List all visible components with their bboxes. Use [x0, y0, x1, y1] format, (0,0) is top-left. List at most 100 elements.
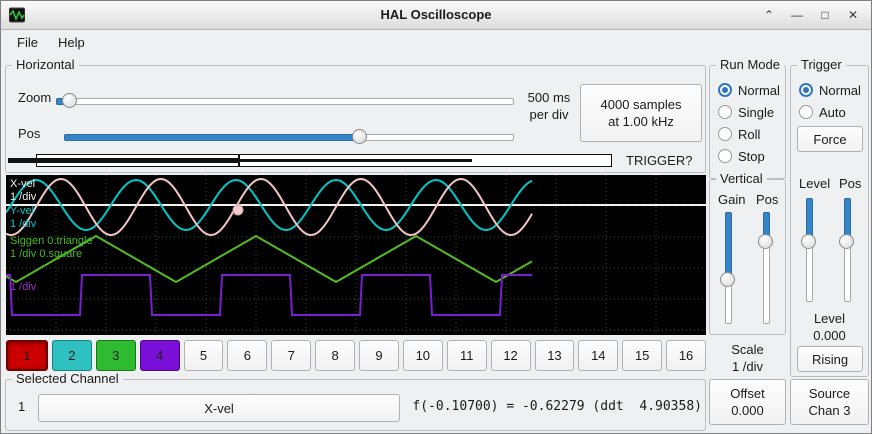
horizontal-group-title: Horizontal	[12, 57, 79, 72]
zoom-slider-track[interactable]	[56, 98, 514, 105]
radio-label: Roll	[738, 127, 760, 142]
zoom-slider[interactable]	[56, 93, 514, 109]
titlebar[interactable]: HAL Oscilloscope ⌃ — □ ✕	[1, 1, 871, 30]
maximize-icon[interactable]: □	[817, 8, 833, 22]
menu-file[interactable]: File	[7, 32, 48, 53]
offset-box[interactable]: Offset 0.000	[709, 379, 786, 425]
trigger-level-value: 0.000	[791, 327, 868, 344]
vertical-group-title: Vertical	[716, 171, 767, 186]
pos-slider[interactable]	[64, 129, 514, 145]
radio-icon	[718, 149, 732, 163]
scope-channel-label: Siggen 0.triangle	[10, 235, 93, 247]
radio-label: Single	[738, 105, 774, 120]
rate-line2: per div	[522, 107, 576, 122]
samples-button[interactable]: 4000 samples at 1.00 kHz	[580, 84, 702, 142]
radio-icon	[799, 105, 813, 119]
trigger-position-marker	[238, 154, 240, 167]
scope-channel-label: 1 /div	[10, 218, 36, 230]
channel-button-10[interactable]: 10	[403, 340, 443, 371]
menu-help[interactable]: Help	[48, 32, 95, 53]
trigger-level-handle[interactable]	[801, 234, 816, 249]
channel-name-button[interactable]: X-vel	[38, 394, 400, 422]
runmode-radio-roll[interactable]: Roll	[718, 126, 760, 142]
gain-slider-handle[interactable]	[720, 272, 735, 287]
rate-line1: 500 ms	[522, 90, 576, 105]
gain-label: Gain	[718, 192, 745, 207]
vertical-pos-label: Pos	[756, 192, 778, 207]
trigger-pos-slider[interactable]	[839, 198, 855, 302]
trigger-group-title: Trigger	[797, 57, 846, 72]
pos-slider-fill	[64, 134, 362, 141]
offset-value: 0.000	[731, 402, 764, 419]
minimize-icon[interactable]: —	[789, 8, 805, 22]
radio-icon	[799, 83, 813, 97]
trigger-radio-normal[interactable]: Normal	[799, 82, 861, 98]
trigger-level-slider[interactable]	[801, 198, 817, 302]
zoom-slider-handle[interactable]	[62, 93, 77, 108]
samples-line1: 4000 samples	[601, 96, 682, 113]
recorded-data-bar	[8, 158, 238, 163]
vertical-gain-slider[interactable]	[720, 212, 736, 324]
radio-icon	[718, 127, 732, 141]
force-button[interactable]: Force	[797, 126, 863, 152]
record-overview-bar[interactable]	[8, 154, 612, 167]
channel-row: 12345678910111213141516	[6, 340, 706, 371]
channel-button-9[interactable]: 9	[359, 340, 399, 371]
channel-button-12[interactable]: 12	[491, 340, 531, 371]
run-mode-title: Run Mode	[716, 57, 784, 72]
rising-button[interactable]: Rising	[797, 346, 863, 372]
channel-button-11[interactable]: 11	[447, 340, 487, 371]
offset-label: Offset	[730, 385, 764, 402]
channel-button-6[interactable]: 6	[227, 340, 267, 371]
shade-icon[interactable]: ⌃	[761, 8, 777, 22]
radio-label: Stop	[738, 149, 765, 164]
channel-button-1[interactable]: 1	[6, 340, 48, 371]
close-icon[interactable]: ✕	[845, 8, 861, 22]
trigger-pos-handle[interactable]	[839, 234, 854, 249]
selected-channel-number: 1	[18, 399, 25, 414]
scope-channel-label: 1 /div	[10, 281, 36, 293]
scale-readout: Scale 1 /div	[709, 341, 786, 375]
radio-label: Auto	[819, 105, 846, 120]
signal-readout: f(-0.10700) = -0.62279 (ddt 4.90358)	[396, 399, 702, 414]
channel-button-14[interactable]: 14	[578, 340, 618, 371]
channel-button-8[interactable]: 8	[315, 340, 355, 371]
selected-channel-title: Selected Channel	[12, 371, 123, 386]
trigger-source-button[interactable]: Source Chan 3	[790, 379, 869, 425]
pos-label: Pos	[18, 126, 40, 141]
trigger-radio-auto[interactable]: Auto	[799, 104, 846, 120]
trigger-source-label: Source	[809, 385, 850, 402]
trigger-source-value: Chan 3	[809, 402, 851, 419]
radio-icon	[718, 105, 732, 119]
channel-button-15[interactable]: 15	[622, 340, 662, 371]
trigger-level-readout: Level 0.000	[791, 310, 868, 344]
scope-channel-label: Y-vel	[10, 205, 34, 217]
runmode-radio-stop[interactable]: Stop	[718, 148, 765, 164]
runmode-radio-single[interactable]: Single	[718, 104, 774, 120]
scale-value: 1 /div	[709, 358, 786, 375]
trigger-group: Trigger Normal Auto Force Level Pos Leve…	[790, 65, 869, 377]
window-title: HAL Oscilloscope	[1, 1, 871, 29]
vertical-pos-slider[interactable]	[758, 212, 774, 324]
pos-slider-handle[interactable]	[352, 129, 367, 144]
channel-button-2[interactable]: 2	[52, 340, 92, 371]
zoom-label: Zoom	[18, 90, 51, 105]
radio-label: Normal	[738, 83, 780, 98]
window-controls: ⌃ — □ ✕	[761, 1, 861, 29]
channel-button-16[interactable]: 16	[666, 340, 706, 371]
radio-label: Normal	[819, 83, 861, 98]
scope-display[interactable]: X-vel1 /divY-vel1 /divSiggen 0.triangle1…	[6, 175, 706, 335]
channel-button-4[interactable]: 4	[140, 340, 180, 371]
samples-line2: at 1.00 kHz	[608, 113, 674, 130]
runmode-radio-normal[interactable]: Normal	[718, 82, 780, 98]
vpos-slider-handle[interactable]	[758, 234, 773, 249]
scope-channel-label: 1 /div 0.square	[10, 248, 82, 260]
channel-button-13[interactable]: 13	[535, 340, 575, 371]
radio-icon	[718, 83, 732, 97]
scope-canvas[interactable]	[6, 175, 706, 335]
horizontal-group: Horizontal Zoom 500 ms per div 4000 samp…	[5, 65, 706, 173]
channel-button-7[interactable]: 7	[271, 340, 311, 371]
channel-button-3[interactable]: 3	[96, 340, 136, 371]
vertical-group: Vertical Gain Pos	[709, 179, 786, 335]
channel-button-5[interactable]: 5	[184, 340, 224, 371]
